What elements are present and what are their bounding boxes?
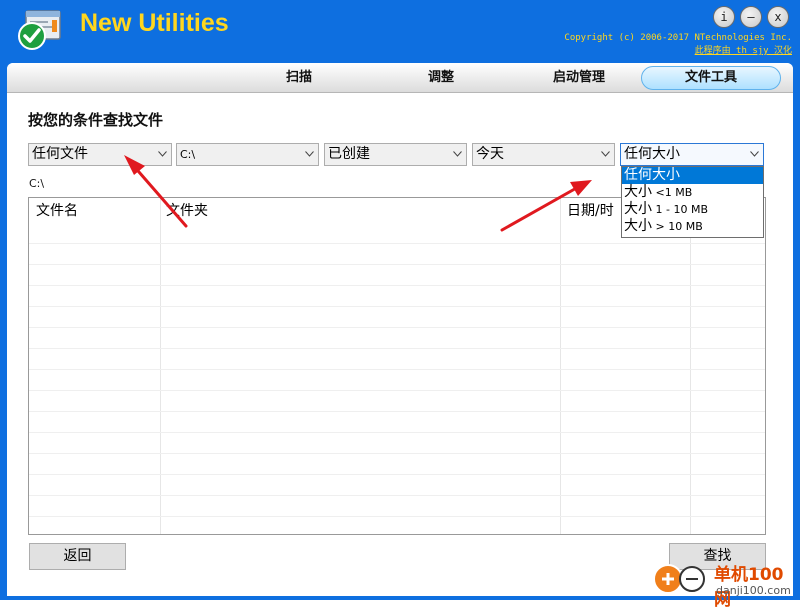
table-row-divider — [29, 453, 765, 454]
date-range-select[interactable]: 今天 — [472, 143, 615, 166]
size-dropdown-list[interactable]: 任何大小 大小 <1 MB 大小 1 - 10 MB 大小 > 10 MB — [621, 166, 764, 238]
main-panel: 扫描 调整 启动管理 文件工具 按您的条件查找文件 任何文件 C:\ 已创建 今… — [7, 63, 793, 596]
tab-file-tools[interactable]: 文件工具 — [641, 66, 781, 90]
chevron-down-icon — [601, 151, 610, 157]
translator-credit-link[interactable]: 此程序由 th_sjy 汉化 — [564, 45, 792, 58]
chevron-down-icon — [158, 151, 167, 157]
chevron-down-icon — [305, 151, 314, 157]
drive-select[interactable]: C:\ — [176, 143, 319, 166]
current-path: C:\ — [29, 177, 45, 190]
table-row-divider — [29, 243, 765, 244]
tab-scan[interactable]: 扫描 — [269, 66, 329, 90]
drive-value: C:\ — [180, 148, 196, 161]
table-row-divider — [29, 327, 765, 328]
tab-startup-manager[interactable]: 启动管理 — [537, 66, 621, 90]
size-option-range: <1 MB — [652, 186, 693, 199]
info-button[interactable]: i — [713, 6, 735, 28]
table-row-divider — [29, 411, 765, 412]
size-value: 任何大小 — [624, 146, 680, 162]
size-option-range: 1 - 10 MB — [652, 203, 708, 216]
size-option-under-1mb[interactable]: 大小 <1 MB — [622, 184, 763, 201]
section-heading: 按您的条件查找文件 — [28, 111, 164, 129]
tab-bar: 扫描 调整 启动管理 文件工具 — [7, 63, 793, 93]
table-row-divider — [29, 264, 765, 265]
column-divider — [690, 198, 691, 534]
app-window: New Utilities i – x Copyright (c) 2006-2… — [0, 0, 800, 600]
watermark: 单机100网 danji100.com — [650, 558, 800, 610]
close-button[interactable]: x — [767, 6, 789, 28]
file-type-select[interactable]: 任何文件 — [28, 143, 172, 166]
results-table[interactable]: 文件名 文件夹 日期/时 — [28, 197, 766, 535]
column-header-date[interactable]: 日期/时 — [567, 200, 614, 220]
size-option-any[interactable]: 任何大小 — [622, 167, 763, 184]
tab-tweak[interactable]: 调整 — [411, 66, 471, 90]
minimize-button[interactable]: – — [740, 6, 762, 28]
size-select[interactable]: 任何大小 — [620, 143, 764, 166]
date-range-value: 今天 — [476, 146, 504, 162]
column-divider — [160, 198, 161, 534]
table-row-divider — [29, 474, 765, 475]
table-row-divider — [29, 495, 765, 496]
table-row-divider — [29, 348, 765, 349]
table-row-divider — [29, 390, 765, 391]
size-option-range: > 10 MB — [652, 220, 703, 233]
size-option-1-10mb[interactable]: 大小 1 - 10 MB — [622, 201, 763, 218]
title-bar: New Utilities i – x Copyright (c) 2006-2… — [0, 0, 800, 62]
app-title: New Utilities — [80, 9, 229, 37]
date-mode-select[interactable]: 已创建 — [324, 143, 467, 166]
chevron-down-icon — [750, 151, 759, 157]
size-option-over-10mb[interactable]: 大小 > 10 MB — [622, 218, 763, 235]
size-option-label: 任何大小 — [624, 167, 680, 183]
column-header-filename[interactable]: 文件名 — [36, 200, 78, 220]
watermark-logo-icon — [653, 564, 705, 594]
table-row-divider — [29, 306, 765, 307]
size-option-label: 大小 — [624, 184, 652, 200]
column-header-folder[interactable]: 文件夹 — [166, 200, 208, 220]
copyright-text: Copyright (c) 2006-2017 NTechnologies In… — [564, 33, 792, 43]
copyright-block: Copyright (c) 2006-2017 NTechnologies In… — [564, 32, 792, 58]
date-mode-value: 已创建 — [328, 146, 370, 162]
back-button[interactable]: 返回 — [29, 543, 126, 570]
size-option-label: 大小 — [624, 201, 652, 217]
table-row-divider — [29, 432, 765, 433]
chevron-down-icon — [453, 151, 462, 157]
table-row-divider — [29, 285, 765, 286]
table-row-divider — [29, 516, 765, 517]
table-row-divider — [29, 369, 765, 370]
file-type-value: 任何文件 — [32, 146, 88, 162]
size-option-label: 大小 — [624, 218, 652, 234]
app-logo-icon — [18, 10, 61, 50]
column-divider — [560, 198, 561, 534]
watermark-url: danji100.com — [716, 584, 791, 597]
